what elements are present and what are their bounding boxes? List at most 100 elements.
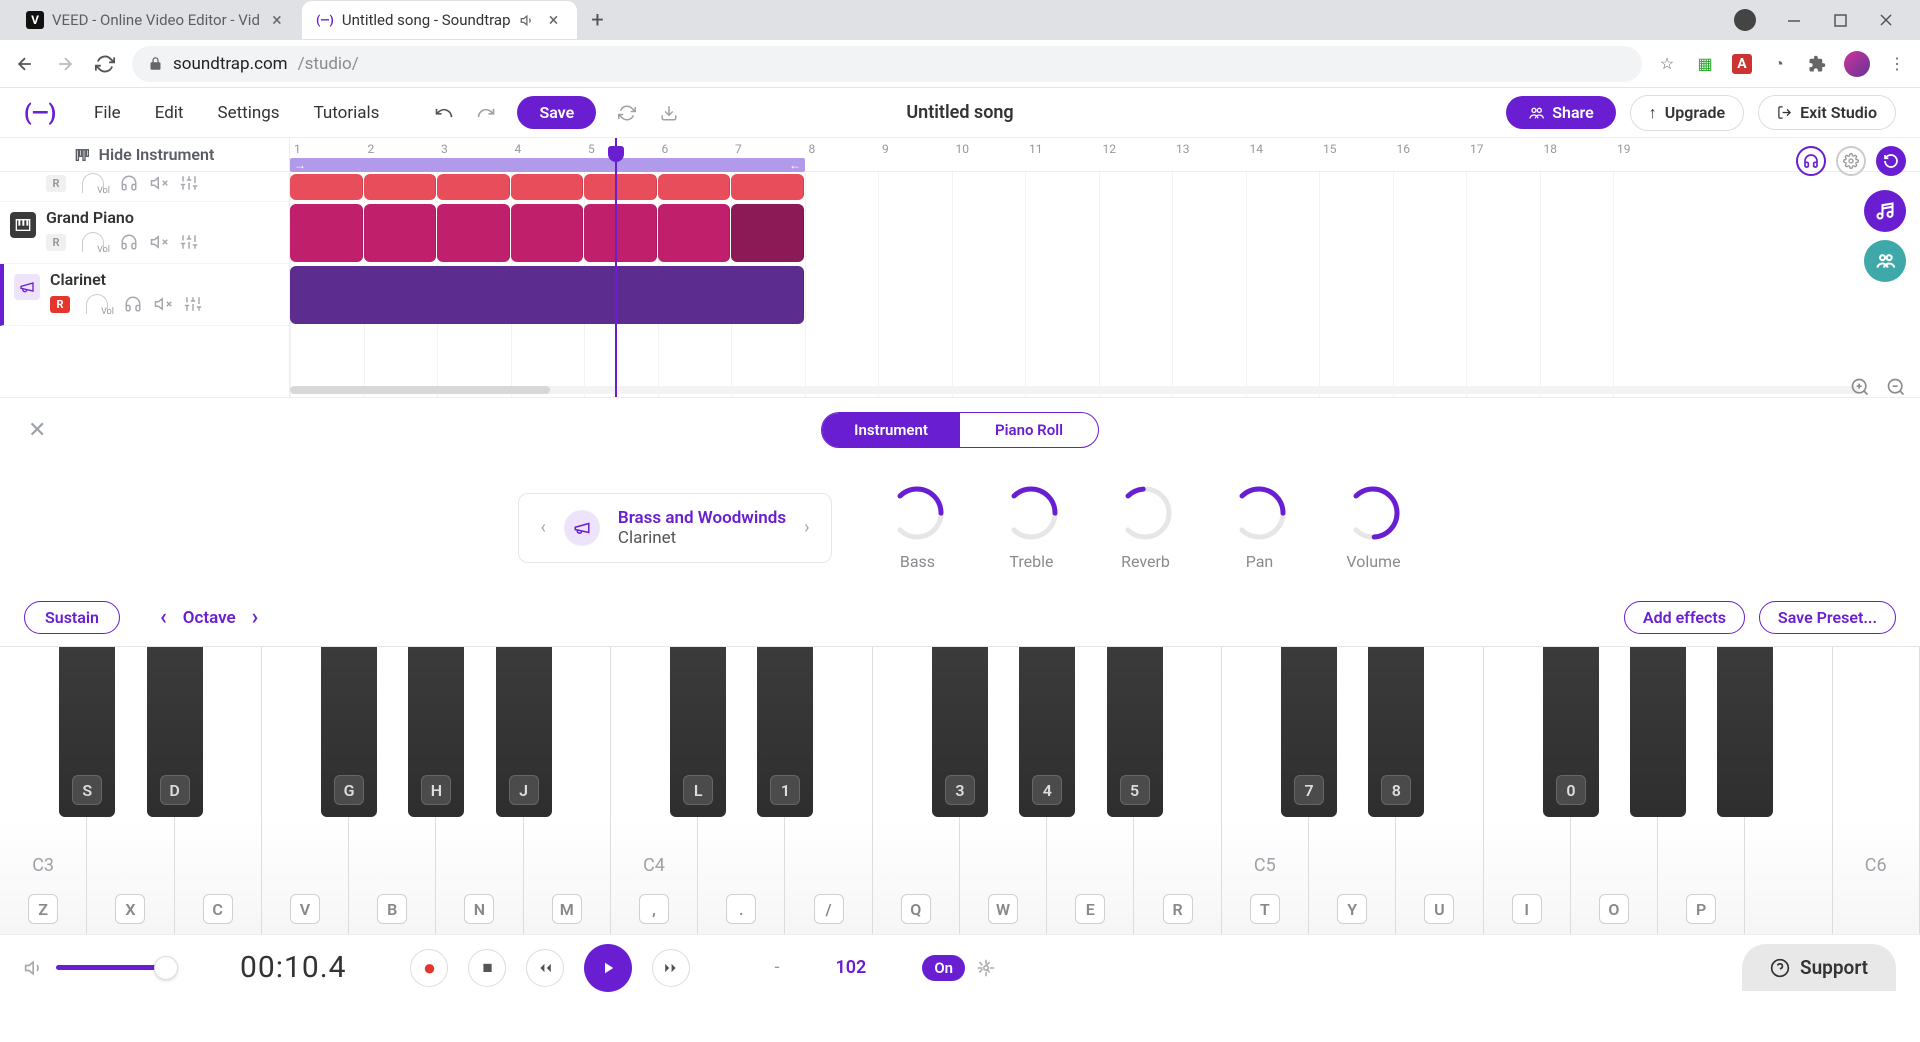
- tab-instrument[interactable]: Instrument: [822, 413, 960, 447]
- scroll-thumb[interactable]: [290, 386, 550, 394]
- volume-slider[interactable]: [56, 965, 176, 970]
- mute-icon[interactable]: [150, 174, 168, 192]
- record-button[interactable]: ●: [410, 949, 448, 987]
- mute-icon[interactable]: [150, 233, 168, 251]
- clip[interactable]: [437, 174, 510, 200]
- rewind-button[interactable]: [526, 949, 564, 987]
- music-library-button[interactable]: [1864, 190, 1906, 232]
- save-preset-button[interactable]: Save Preset...: [1759, 601, 1896, 634]
- stop-button[interactable]: ■: [468, 949, 506, 987]
- browser-tab-active[interactable]: (—) Untitled song - Soundtrap ×: [302, 1, 577, 39]
- clip[interactable]: [511, 204, 584, 262]
- record-arm-button[interactable]: R: [50, 296, 70, 313]
- volume-knob-icon[interactable]: [82, 293, 112, 315]
- save-button[interactable]: Save: [517, 96, 596, 129]
- knob-volume[interactable]: Volume: [1344, 484, 1402, 571]
- exit-button[interactable]: Exit Studio: [1758, 95, 1896, 130]
- headphones-icon[interactable]: [120, 174, 138, 192]
- sync-icon[interactable]: [616, 102, 638, 124]
- clip[interactable]: [731, 204, 804, 262]
- black-key[interactable]: H: [408, 647, 464, 817]
- song-title[interactable]: Untitled song: [906, 102, 1013, 123]
- loop-start-icon[interactable]: →: [294, 158, 306, 172]
- menu-edit[interactable]: Edit: [155, 103, 184, 123]
- clip[interactable]: [731, 174, 804, 200]
- window-close-icon[interactable]: [1878, 12, 1894, 28]
- metronome-settings-icon[interactable]: [977, 959, 995, 977]
- tab-pianoroll[interactable]: Piano Roll: [960, 413, 1098, 447]
- black-key[interactable]: L: [670, 647, 726, 817]
- chevron-left-icon[interactable]: ‹: [541, 517, 546, 538]
- loop-region[interactable]: → ←: [290, 158, 805, 172]
- zoom-out-icon[interactable]: [1886, 377, 1908, 399]
- history-icon[interactable]: [1876, 146, 1906, 176]
- extension-icon[interactable]: ◔: [1768, 53, 1790, 75]
- extension-icon[interactable]: ▦: [1694, 53, 1716, 75]
- forward-button[interactable]: [52, 51, 78, 77]
- loop-icon[interactable]: [1796, 146, 1826, 176]
- extensions-icon[interactable]: [1806, 53, 1828, 75]
- new-tab-button[interactable]: +: [579, 1, 617, 39]
- undo-icon[interactable]: [433, 102, 455, 124]
- black-key[interactable]: 7: [1281, 647, 1337, 817]
- close-icon[interactable]: ×: [268, 11, 286, 29]
- black-key[interactable]: G: [321, 647, 377, 817]
- clip[interactable]: [584, 174, 657, 200]
- clip[interactable]: [584, 204, 657, 262]
- avatar[interactable]: [1844, 51, 1870, 77]
- incognito-icon[interactable]: [1734, 9, 1756, 31]
- black-key[interactable]: 8: [1368, 647, 1424, 817]
- support-button[interactable]: Support: [1742, 944, 1896, 991]
- extension-icon[interactable]: A: [1732, 54, 1752, 74]
- headphones-icon[interactable]: [124, 295, 142, 313]
- redo-icon[interactable]: [475, 102, 497, 124]
- knob-pan[interactable]: Pan: [1230, 484, 1288, 571]
- fx-icon[interactable]: [180, 174, 198, 192]
- share-button[interactable]: Share: [1506, 96, 1616, 129]
- octave-up-icon[interactable]: ›: [252, 605, 259, 630]
- clip[interactable]: [437, 204, 510, 262]
- menu-tutorials[interactable]: Tutorials: [314, 103, 380, 123]
- black-key[interactable]: S: [59, 647, 115, 817]
- clip[interactable]: [364, 174, 437, 200]
- playhead[interactable]: [615, 138, 617, 397]
- clip[interactable]: [290, 204, 363, 262]
- black-key[interactable]: 4: [1019, 647, 1075, 817]
- track-header-active[interactable]: Clarinet R: [0, 264, 289, 326]
- metronome-toggle[interactable]: On: [922, 955, 965, 981]
- clip[interactable]: [511, 174, 584, 200]
- black-key[interactable]: J: [496, 647, 552, 817]
- menu-file[interactable]: File: [94, 103, 121, 123]
- play-button[interactable]: [584, 944, 632, 992]
- close-panel-icon[interactable]: ✕: [28, 418, 46, 443]
- audio-icon[interactable]: [519, 11, 537, 29]
- url-input[interactable]: soundtrap.com/studio/: [132, 46, 1642, 82]
- preset-selector[interactable]: ‹ Brass and Woodwinds Clarinet ›: [518, 493, 833, 563]
- headphones-icon[interactable]: [120, 233, 138, 251]
- time-display[interactable]: 00:10.4: [240, 950, 346, 985]
- sustain-button[interactable]: Sustain: [24, 601, 120, 634]
- menu-settings[interactable]: Settings: [217, 103, 279, 123]
- volume-knob-icon[interactable]: [78, 172, 108, 194]
- add-effects-button[interactable]: Add effects: [1624, 601, 1745, 634]
- zoom-in-icon[interactable]: [1850, 377, 1872, 399]
- gear-icon[interactable]: [1836, 146, 1866, 176]
- menu-icon[interactable]: ⋮: [1886, 53, 1908, 75]
- clip[interactable]: [290, 174, 363, 200]
- loop-end-icon[interactable]: ←: [789, 158, 801, 172]
- fast-forward-button[interactable]: [652, 949, 690, 987]
- track-header[interactable]: Grand Piano R: [0, 202, 289, 264]
- collaborators-button[interactable]: [1864, 240, 1906, 282]
- black-key[interactable]: 5: [1107, 647, 1163, 817]
- record-arm-button[interactable]: R: [46, 234, 66, 251]
- back-button[interactable]: [12, 51, 38, 77]
- fx-icon[interactable]: [184, 295, 202, 313]
- timeline-scrollbar[interactable]: [290, 383, 1860, 397]
- upgrade-button[interactable]: ↑Upgrade: [1630, 95, 1744, 131]
- track-header[interactable]: R: [0, 172, 289, 202]
- star-icon[interactable]: ☆: [1656, 53, 1678, 75]
- black-key[interactable]: D: [147, 647, 203, 817]
- black-key[interactable]: [1717, 647, 1773, 817]
- clip[interactable]: [658, 204, 731, 262]
- octave-down-icon[interactable]: ‹: [160, 605, 167, 630]
